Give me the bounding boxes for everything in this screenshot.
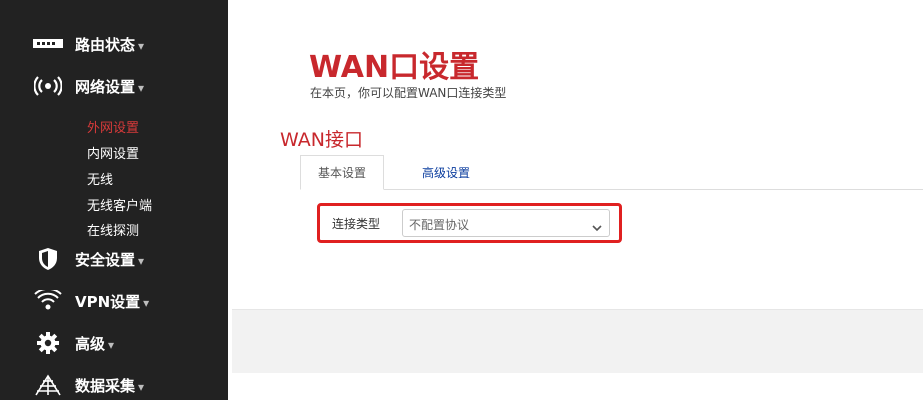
select-value: 不配置协议 [409, 218, 470, 232]
page-subtitle: 在本页，你可以配置WAN口连接类型 [310, 86, 507, 100]
gear-icon [33, 330, 63, 356]
wireless-signal-icon [33, 73, 63, 99]
submenu-item-wireless[interactable]: 无线 [87, 169, 113, 188]
tab-basic-settings[interactable]: 基本设置 [300, 155, 384, 190]
menu-label: 数据采集 ▾ [75, 376, 145, 395]
menu-label: 安全设置 ▾ [75, 250, 145, 269]
wifi-icon [33, 288, 63, 314]
submenu-item-wan[interactable]: 外网设置 [87, 117, 139, 136]
caret-down-icon: ▾ [143, 295, 150, 310]
caret-down-icon: ▾ [138, 80, 145, 95]
tab-advanced-settings[interactable]: 高级设置 [400, 155, 492, 190]
menu-item-router-status[interactable]: 路由状态 ▾ [0, 28, 228, 60]
menu-label: 路由状态 ▾ [75, 35, 145, 54]
menu-label: 网络设置 ▾ [75, 77, 145, 96]
menu-item-vpn[interactable]: VPN设置 ▾ [0, 285, 228, 317]
menu-label: 高级 ▾ [75, 334, 115, 353]
menu-item-security[interactable]: 安全设置 ▾ [0, 243, 228, 275]
chevron-down-icon [591, 218, 603, 232]
page-title: WAN口设置 [309, 50, 480, 85]
shield-icon [33, 246, 63, 272]
sidebar: 路由状态 ▾ 网络设置 ▾ 外网设置 内网设置 无线 无线客户端 在线探测 安全设置… [0, 0, 228, 400]
tabs-divider [300, 189, 923, 190]
caret-down-icon: ▾ [108, 337, 115, 352]
main-content: WAN口设置 在本页，你可以配置WAN口连接类型 WAN接口 基本设置 高级设置… [228, 0, 923, 400]
menu-item-advanced[interactable]: 高级 ▾ [0, 327, 228, 359]
submenu-item-online-detect[interactable]: 在线探测 [87, 220, 139, 239]
submenu-item-lan[interactable]: 内网设置 [87, 143, 139, 162]
submenu-item-wireless-client[interactable]: 无线客户端 [87, 195, 152, 214]
menu-item-data-collection[interactable]: 数据采集 ▾ [0, 369, 228, 401]
caret-down-icon: ▾ [138, 38, 145, 53]
router-icon [33, 31, 63, 57]
menu-label: VPN设置 ▾ [75, 292, 150, 311]
connection-type-label: 连接类型 [332, 217, 381, 231]
caret-down-icon: ▾ [138, 253, 145, 268]
menu-item-network-settings[interactable]: 网络设置 ▾ [0, 70, 228, 102]
connection-type-select[interactable]: 不配置协议 [402, 209, 610, 237]
caret-down-icon: ▾ [138, 379, 145, 394]
footer-action-bar [232, 309, 923, 373]
data-collection-icon [33, 372, 63, 398]
section-title: WAN接口 [280, 129, 363, 151]
